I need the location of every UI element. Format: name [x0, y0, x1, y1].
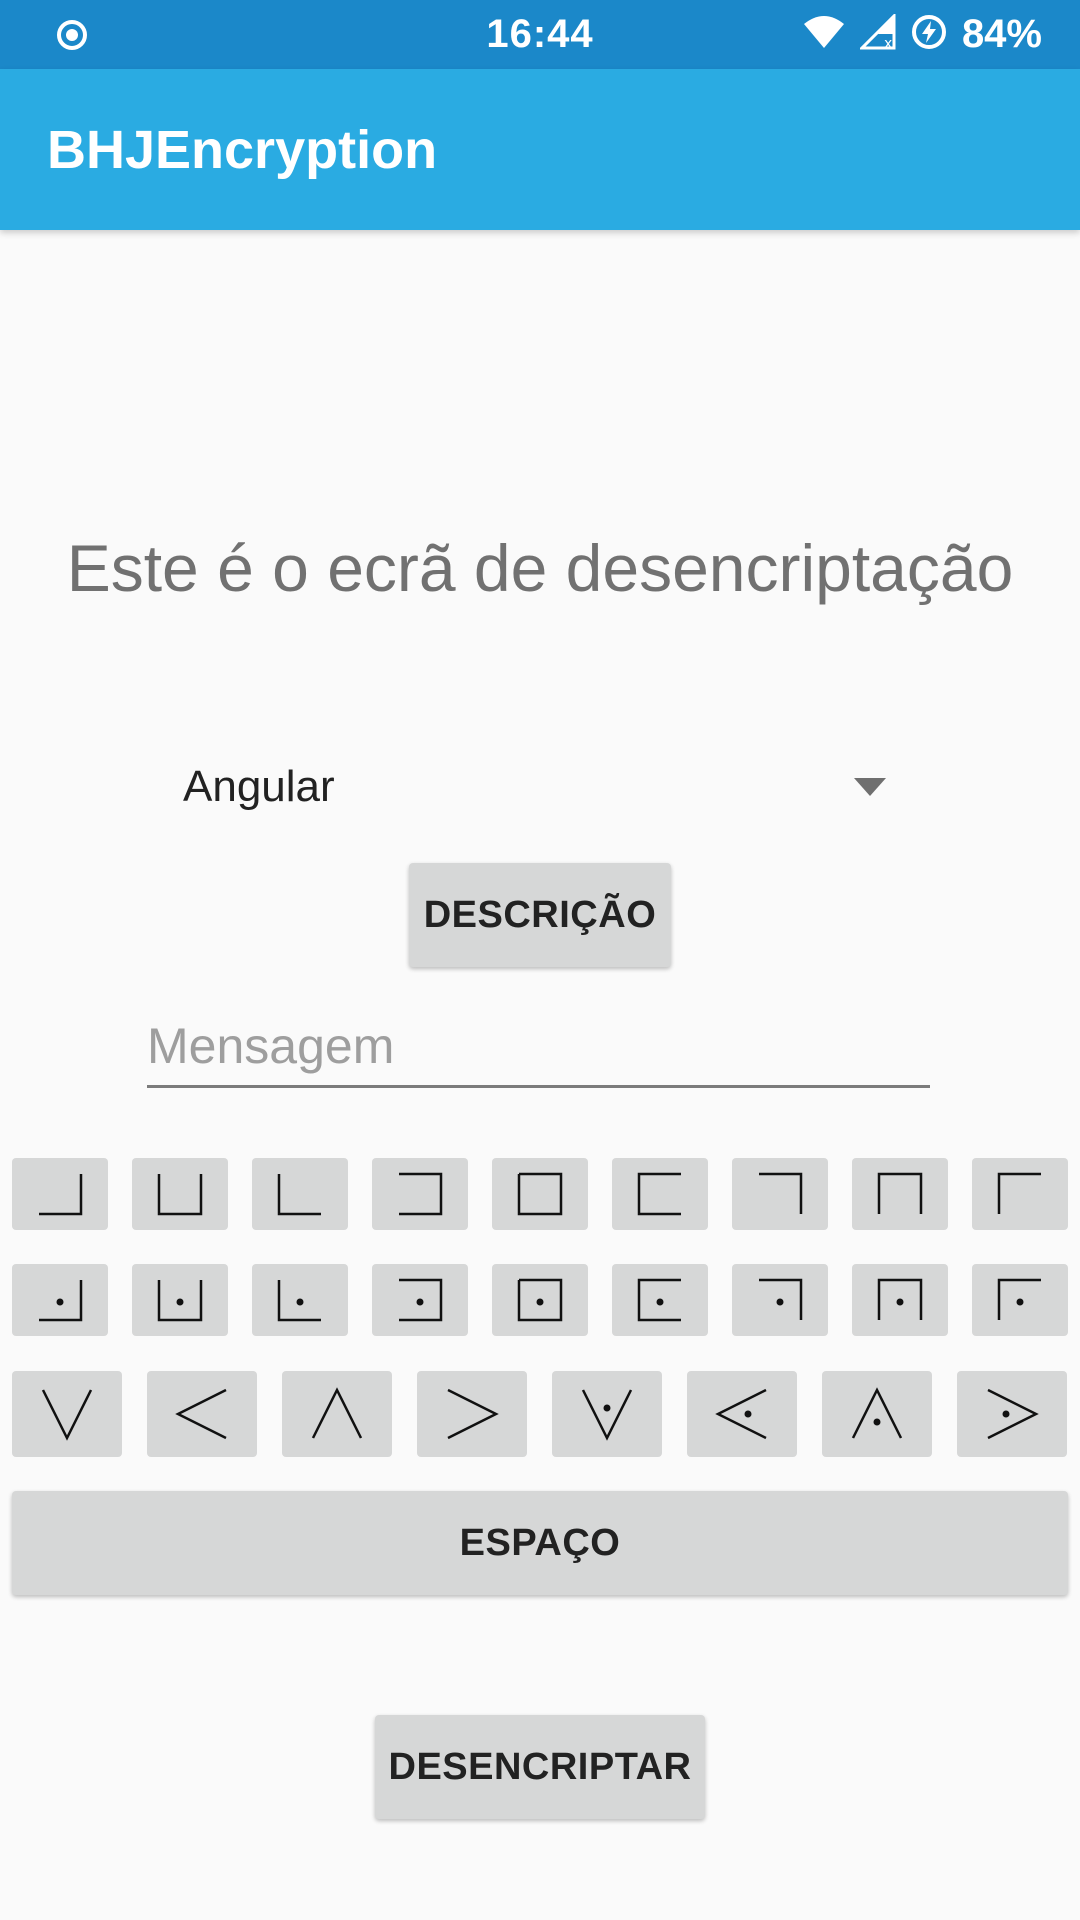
symbol-key-v-left-dot[interactable]	[957, 1371, 1067, 1457]
symbol-key-grid-top-right[interactable]	[732, 1158, 828, 1230]
symbol-key-grid-center[interactable]	[492, 1158, 588, 1230]
v-up-dot-symbol-icon	[581, 1389, 633, 1441]
symbol-key-grid-top-left[interactable]	[972, 1158, 1068, 1230]
symbol-key-v-right[interactable]	[147, 1371, 257, 1457]
symbol-key-grid-top-middle[interactable]	[852, 1158, 948, 1230]
symbol-key-grid-bottom-left[interactable]	[252, 1158, 348, 1230]
cipher-select[interactable]: Angular	[160, 740, 900, 830]
grid-middle-right-symbol-icon	[399, 1172, 443, 1216]
symbol-key-grid-top-middle-dot[interactable]	[852, 1264, 948, 1336]
symbol-key-v-up-dot[interactable]	[552, 1371, 662, 1457]
svg-text:x: x	[884, 36, 892, 50]
symbol-key-v-right-dot[interactable]	[687, 1371, 797, 1457]
wifi-icon	[802, 14, 846, 55]
symbol-key-v-down[interactable]	[282, 1371, 392, 1457]
symbol-key-grid-bottom-left-dot[interactable]	[252, 1264, 348, 1336]
v-right-dot-symbol-icon	[715, 1388, 767, 1440]
grid-bottom-right-symbol-icon	[39, 1174, 83, 1216]
grid-top-right-dot-symbol-icon	[759, 1278, 803, 1320]
symbol-key-grid-bottom-middle-dot[interactable]	[132, 1264, 228, 1336]
grid-middle-left-symbol-icon	[637, 1172, 681, 1216]
symbol-key-grid-bottom-right[interactable]	[12, 1158, 108, 1230]
grid-top-left-symbol-icon	[997, 1172, 1041, 1214]
status-bar: 16:44 x 84%	[0, 0, 1080, 69]
symbol-key-v-left[interactable]	[417, 1371, 527, 1457]
signal-icon: x	[858, 12, 896, 55]
grid-middle-left-dot-symbol-icon	[637, 1278, 681, 1322]
symbol-key-grid-middle-right-dot[interactable]	[372, 1264, 468, 1336]
message-input[interactable]: Mensagem	[147, 1005, 930, 1088]
cipher-select-value: Angular	[183, 762, 335, 811]
symbol-key-grid-bottom-middle[interactable]	[132, 1158, 228, 1230]
v-left-dot-symbol-icon	[987, 1388, 1039, 1440]
description-button[interactable]: DESCRIÇÃO	[409, 863, 671, 967]
grid-bottom-left-dot-symbol-icon	[277, 1280, 321, 1322]
page-headline: Este é o ecrã de desencriptação	[66, 531, 1014, 605]
v-down-dot-symbol-icon	[851, 1387, 903, 1439]
grid-bottom-middle-dot-symbol-icon	[157, 1280, 203, 1322]
grid-bottom-left-symbol-icon	[277, 1174, 321, 1216]
symbol-key-grid-middle-left[interactable]	[612, 1158, 708, 1230]
symbol-key-v-up[interactable]	[12, 1371, 122, 1457]
grid-bottom-middle-symbol-icon	[157, 1174, 203, 1216]
v-down-symbol-icon	[311, 1387, 363, 1439]
decrypt-button[interactable]: DESENCRIPTAR	[375, 1715, 705, 1819]
grid-top-right-symbol-icon	[759, 1172, 803, 1214]
v-right-symbol-icon	[175, 1388, 227, 1440]
symbol-key-grid-top-left-dot[interactable]	[972, 1264, 1068, 1336]
symbol-key-grid-middle-right[interactable]	[372, 1158, 468, 1230]
symbol-key-grid-center-dot[interactable]	[492, 1264, 588, 1336]
space-button[interactable]: ESPAÇO	[12, 1491, 1068, 1595]
battery-charging-icon	[910, 13, 948, 56]
v-up-symbol-icon	[41, 1389, 93, 1441]
grid-bottom-right-dot-symbol-icon	[39, 1280, 83, 1322]
grid-center-dot-symbol-icon	[517, 1278, 563, 1322]
grid-top-middle-dot-symbol-icon	[877, 1278, 923, 1320]
message-input-placeholder: Mensagem	[147, 1018, 395, 1074]
battery-level: 84%	[961, 12, 1042, 56]
symbol-key-grid-bottom-right-dot[interactable]	[12, 1264, 108, 1336]
app-title: BHJEncryption	[47, 120, 438, 180]
app-bar: BHJEncryption	[0, 69, 1080, 230]
symbol-key-grid-middle-left-dot[interactable]	[612, 1264, 708, 1336]
grid-middle-right-dot-symbol-icon	[399, 1278, 443, 1322]
grid-center-symbol-icon	[517, 1172, 563, 1216]
v-left-symbol-icon	[447, 1388, 499, 1440]
symbol-key-v-down-dot[interactable]	[822, 1371, 932, 1457]
grid-top-left-dot-symbol-icon	[997, 1278, 1041, 1320]
dropdown-arrow-icon	[854, 778, 886, 801]
grid-top-middle-symbol-icon	[877, 1172, 923, 1214]
symbol-key-grid-top-right-dot[interactable]	[732, 1264, 828, 1336]
